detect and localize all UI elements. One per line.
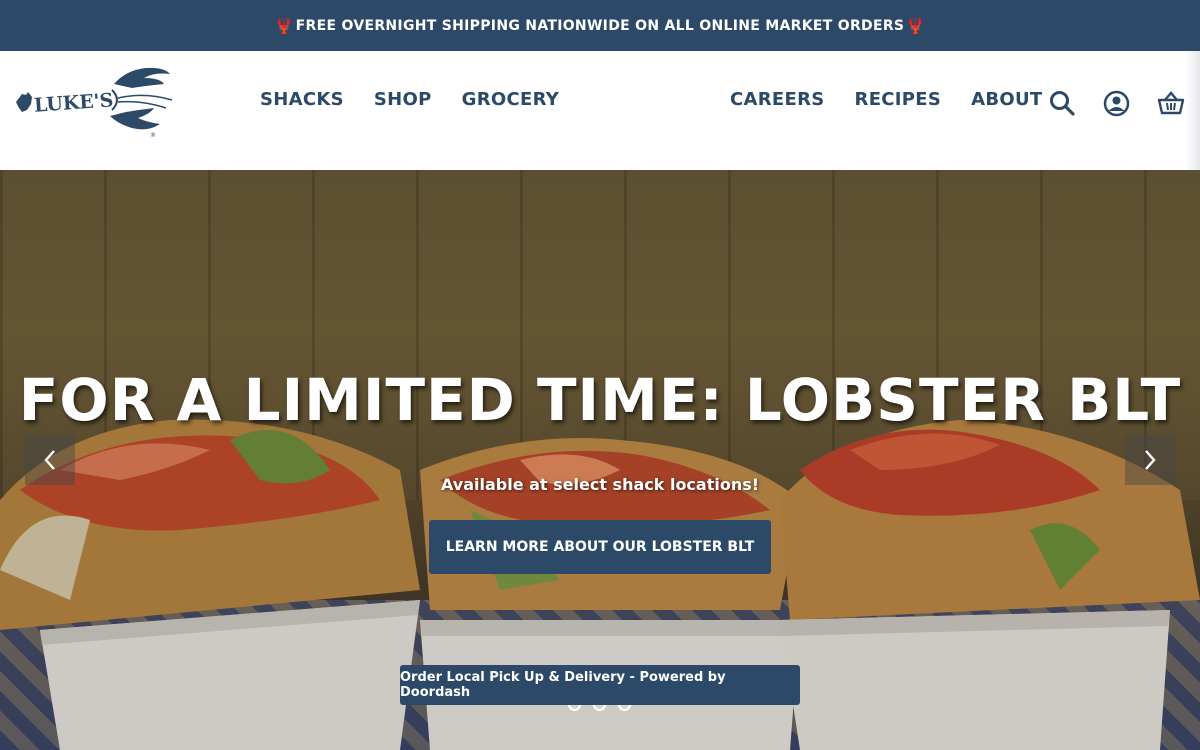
site-header: LUKE'S ® SHACKS SHOP GROCERY CAREERS REC…	[0, 51, 1200, 170]
order-pickup-delivery-button[interactable]: Order Local Pick Up & Delivery - Powered…	[400, 665, 800, 705]
nav-shop[interactable]: SHOP	[374, 89, 432, 110]
basket-icon[interactable]	[1157, 89, 1185, 117]
hero-overlay	[0, 170, 1200, 750]
carousel-prev-button[interactable]	[25, 435, 75, 485]
nav-about[interactable]: ABOUT	[971, 89, 1042, 110]
learn-more-button[interactable]: LEARN MORE ABOUT OUR LOBSTER BLT	[429, 520, 771, 574]
hero-title: FOR A LIMITED TIME: LOBSTER BLT	[18, 366, 1182, 434]
secondary-nav: CAREERS RECIPES ABOUT	[730, 89, 1043, 110]
logo-wordmark: LUKE'S	[33, 89, 114, 116]
svg-text:®: ®	[150, 132, 156, 139]
lobster-icon: 🦞	[274, 16, 294, 35]
hero-subtitle: Available at select shack locations!	[440, 475, 760, 494]
site-logo[interactable]: LUKE'S ®	[14, 64, 176, 139]
nav-grocery[interactable]: GROCERY	[462, 89, 559, 110]
nav-careers[interactable]: CAREERS	[730, 89, 825, 110]
chevron-right-icon	[1145, 450, 1156, 470]
account-icon[interactable]	[1102, 89, 1130, 117]
nav-shacks[interactable]: SHACKS	[260, 89, 344, 110]
primary-nav: SHACKS SHOP GROCERY	[260, 89, 589, 110]
hero-carousel: FOR A LIMITED TIME: LOBSTER BLT Availabl…	[0, 170, 1200, 750]
promo-text: FREE OVERNIGHT SHIPPING NATIONWIDE ON AL…	[295, 17, 905, 34]
chevron-left-icon	[44, 450, 55, 470]
carousel-next-button[interactable]	[1125, 435, 1175, 485]
nav-recipes[interactable]: RECIPES	[855, 89, 942, 110]
header-edge-shadow	[1186, 51, 1200, 170]
promo-bar: 🦞 FREE OVERNIGHT SHIPPING NATIONWIDE ON …	[0, 0, 1200, 51]
search-icon[interactable]	[1048, 89, 1076, 117]
lobster-icon: 🦞	[906, 16, 926, 35]
